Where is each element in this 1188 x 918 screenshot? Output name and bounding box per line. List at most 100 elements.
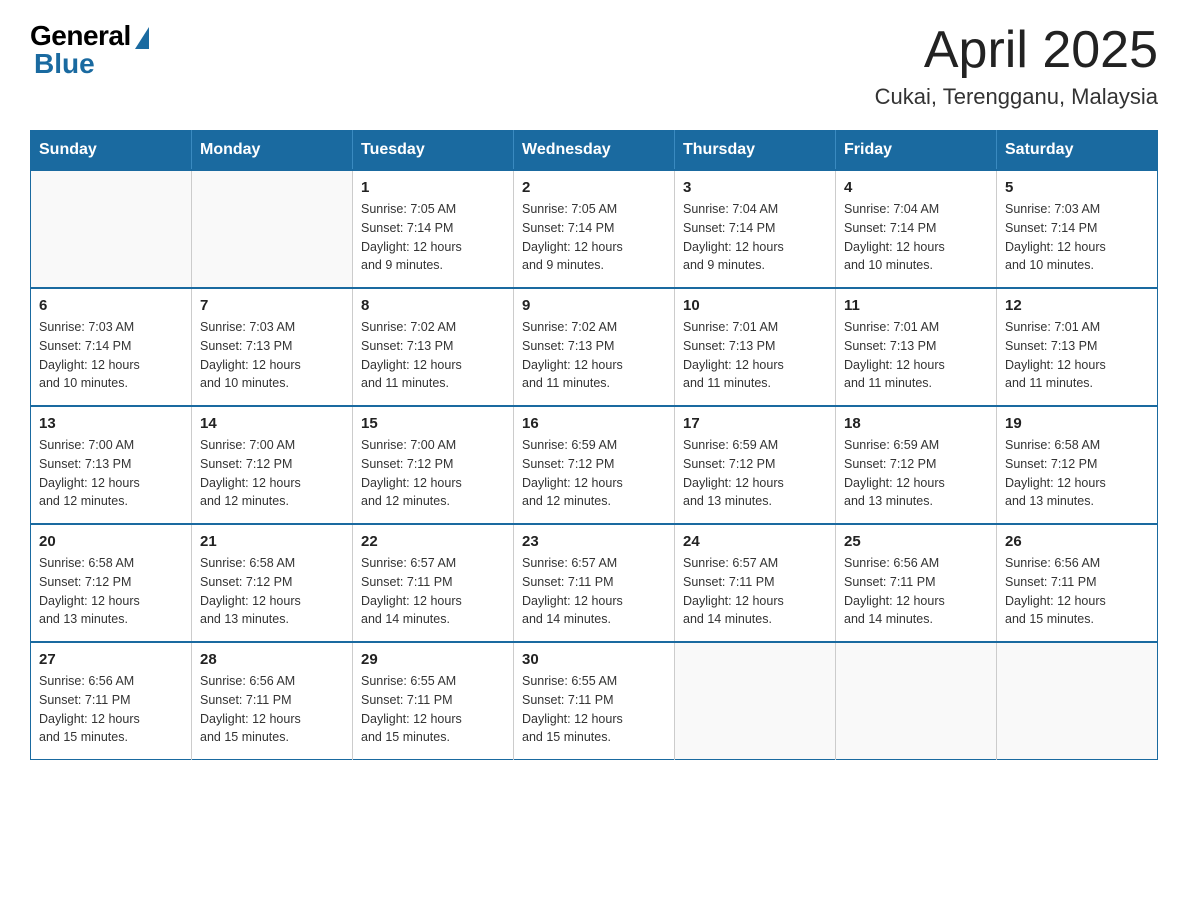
day-info: Sunrise: 6:57 AMSunset: 7:11 PMDaylight:… [683,554,827,629]
logo: General Blue [30,20,149,80]
day-info: Sunrise: 7:00 AMSunset: 7:12 PMDaylight:… [200,436,344,511]
calendar-cell: 22 Sunrise: 6:57 AMSunset: 7:11 PMDayligh… [353,524,514,642]
day-info: Sunrise: 6:59 AMSunset: 7:12 PMDaylight:… [844,436,988,511]
calendar-cell: 8 Sunrise: 7:02 AMSunset: 7:13 PMDaylight… [353,288,514,406]
calendar-cell: 16 Sunrise: 6:59 AMSunset: 7:12 PMDayligh… [514,406,675,524]
main-title: April 2025 [875,20,1158,80]
day-number: 17 [683,415,827,432]
calendar-cell: 14 Sunrise: 7:00 AMSunset: 7:12 PMDayligh… [192,406,353,524]
day-info: Sunrise: 7:01 AMSunset: 7:13 PMDaylight:… [1005,318,1149,393]
calendar-cell: 24 Sunrise: 6:57 AMSunset: 7:11 PMDayligh… [675,524,836,642]
calendar-table: SundayMondayTuesdayWednesdayThursdayFrid… [30,130,1158,760]
day-number: 27 [39,651,183,668]
logo-triangle-icon [135,27,149,49]
calendar-week-row: 1Sunrise: 7:05 AMSunset: 7:14 PMDaylight… [31,170,1158,288]
calendar-cell: 21 Sunrise: 6:58 AMSunset: 7:12 PMDayligh… [192,524,353,642]
calendar-cell: 6 Sunrise: 7:03 AMSunset: 7:14 PMDaylight… [31,288,192,406]
calendar-week-row: 20 Sunrise: 6:58 AMSunset: 7:12 PMDayligh… [31,524,1158,642]
calendar-cell: 2 Sunrise: 7:05 AMSunset: 7:14 PMDaylight… [514,170,675,288]
day-number: 29 [361,651,505,668]
calendar-cell [836,642,997,760]
calendar-cell: 1Sunrise: 7:05 AMSunset: 7:14 PMDaylight… [353,170,514,288]
day-info: Sunrise: 6:57 AMSunset: 7:11 PMDaylight:… [361,554,505,629]
day-info: Sunrise: 6:59 AMSunset: 7:12 PMDaylight:… [683,436,827,511]
calendar-cell: 23Sunrise: 6:57 AMSunset: 7:11 PMDayligh… [514,524,675,642]
location-subtitle: Cukai, Terengganu, Malaysia [875,84,1158,110]
day-number: 2 [522,179,666,196]
day-info: Sunrise: 6:58 AMSunset: 7:12 PMDaylight:… [1005,436,1149,511]
calendar-cell: 29Sunrise: 6:55 AMSunset: 7:11 PMDayligh… [353,642,514,760]
day-number: 10 [683,297,827,314]
day-of-week-header: Friday [836,131,997,171]
day-info: Sunrise: 7:04 AMSunset: 7:14 PMDaylight:… [683,200,827,275]
day-number: 15 [361,415,505,432]
day-info: Sunrise: 7:05 AMSunset: 7:14 PMDaylight:… [361,200,505,275]
day-number: 6 [39,297,183,314]
calendar-header-row: SundayMondayTuesdayWednesdayThursdayFrid… [31,131,1158,171]
day-of-week-header: Monday [192,131,353,171]
calendar-cell: 28 Sunrise: 6:56 AMSunset: 7:11 PMDayligh… [192,642,353,760]
day-of-week-header: Sunday [31,131,192,171]
day-info: Sunrise: 7:01 AMSunset: 7:13 PMDaylight:… [683,318,827,393]
calendar-cell: 13 Sunrise: 7:00 AMSunset: 7:13 PMDayligh… [31,406,192,524]
day-info: Sunrise: 7:03 AMSunset: 7:13 PMDaylight:… [200,318,344,393]
day-of-week-header: Thursday [675,131,836,171]
day-number: 24 [683,533,827,550]
day-info: Sunrise: 6:56 AMSunset: 7:11 PMDaylight:… [200,672,344,747]
day-number: 16 [522,415,666,432]
day-info: Sunrise: 7:03 AMSunset: 7:14 PMDaylight:… [1005,200,1149,275]
calendar-cell: 25Sunrise: 6:56 AMSunset: 7:11 PMDayligh… [836,524,997,642]
day-number: 8 [361,297,505,314]
calendar-cell: 27 Sunrise: 6:56 AMSunset: 7:11 PMDayligh… [31,642,192,760]
calendar-cell: 12 Sunrise: 7:01 AMSunset: 7:13 PMDayligh… [997,288,1158,406]
logo-blue-text: Blue [30,48,95,80]
calendar-cell: 3Sunrise: 7:04 AMSunset: 7:14 PMDaylight… [675,170,836,288]
day-number: 22 [361,533,505,550]
day-number: 12 [1005,297,1149,314]
day-number: 20 [39,533,183,550]
day-info: Sunrise: 7:02 AMSunset: 7:13 PMDaylight:… [361,318,505,393]
day-number: 7 [200,297,344,314]
day-info: Sunrise: 6:58 AMSunset: 7:12 PMDaylight:… [200,554,344,629]
day-info: Sunrise: 7:05 AMSunset: 7:14 PMDaylight:… [522,200,666,275]
day-number: 11 [844,297,988,314]
day-info: Sunrise: 6:56 AMSunset: 7:11 PMDaylight:… [1005,554,1149,629]
day-number: 30 [522,651,666,668]
day-number: 19 [1005,415,1149,432]
calendar-cell: 20 Sunrise: 6:58 AMSunset: 7:12 PMDayligh… [31,524,192,642]
day-info: Sunrise: 7:03 AMSunset: 7:14 PMDaylight:… [39,318,183,393]
day-info: Sunrise: 7:01 AMSunset: 7:13 PMDaylight:… [844,318,988,393]
calendar-cell: 17 Sunrise: 6:59 AMSunset: 7:12 PMDayligh… [675,406,836,524]
day-info: Sunrise: 6:59 AMSunset: 7:12 PMDaylight:… [522,436,666,511]
page-header: General Blue April 2025 Cukai, Terenggan… [30,20,1158,110]
day-number: 14 [200,415,344,432]
calendar-cell: 30 Sunrise: 6:55 AMSunset: 7:11 PMDayligh… [514,642,675,760]
day-info: Sunrise: 7:02 AMSunset: 7:13 PMDaylight:… [522,318,666,393]
day-number: 13 [39,415,183,432]
calendar-cell [31,170,192,288]
day-number: 28 [200,651,344,668]
calendar-cell: 9Sunrise: 7:02 AMSunset: 7:13 PMDaylight… [514,288,675,406]
day-info: Sunrise: 6:58 AMSunset: 7:12 PMDaylight:… [39,554,183,629]
title-section: April 2025 Cukai, Terengganu, Malaysia [875,20,1158,110]
calendar-cell [997,642,1158,760]
day-info: Sunrise: 6:55 AMSunset: 7:11 PMDaylight:… [522,672,666,747]
day-info: Sunrise: 7:00 AMSunset: 7:13 PMDaylight:… [39,436,183,511]
day-number: 21 [200,533,344,550]
day-number: 23 [522,533,666,550]
day-info: Sunrise: 6:56 AMSunset: 7:11 PMDaylight:… [39,672,183,747]
day-number: 4 [844,179,988,196]
calendar-cell: 5Sunrise: 7:03 AMSunset: 7:14 PMDaylight… [997,170,1158,288]
calendar-cell: 7 Sunrise: 7:03 AMSunset: 7:13 PMDaylight… [192,288,353,406]
day-number: 26 [1005,533,1149,550]
day-info: Sunrise: 7:04 AMSunset: 7:14 PMDaylight:… [844,200,988,275]
calendar-cell: 4 Sunrise: 7:04 AMSunset: 7:14 PMDaylight… [836,170,997,288]
calendar-cell [192,170,353,288]
calendar-cell: 26 Sunrise: 6:56 AMSunset: 7:11 PMDayligh… [997,524,1158,642]
calendar-cell: 11 Sunrise: 7:01 AMSunset: 7:13 PMDayligh… [836,288,997,406]
day-number: 18 [844,415,988,432]
calendar-cell: 15Sunrise: 7:00 AMSunset: 7:12 PMDayligh… [353,406,514,524]
calendar-week-row: 13 Sunrise: 7:00 AMSunset: 7:13 PMDayligh… [31,406,1158,524]
calendar-week-row: 6 Sunrise: 7:03 AMSunset: 7:14 PMDaylight… [31,288,1158,406]
day-of-week-header: Wednesday [514,131,675,171]
